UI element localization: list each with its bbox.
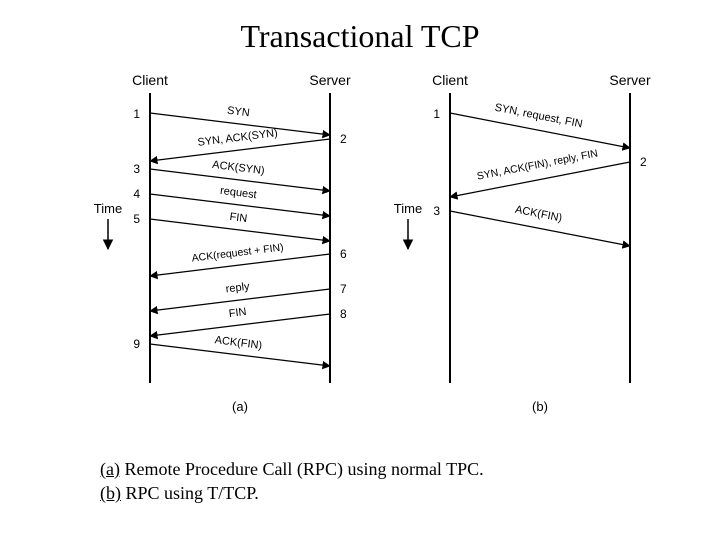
msg-a-8-label: FIN xyxy=(228,306,247,320)
step-a-4: 4 xyxy=(133,187,140,201)
step-a-1: 1 xyxy=(133,107,140,121)
msg-a-5-label: FIN xyxy=(229,211,248,225)
step-b-3: 3 xyxy=(433,204,440,218)
msg-b-3-label: ACK(FIN) xyxy=(514,204,563,225)
step-b-2: 2 xyxy=(640,155,647,169)
caption-b-text: RPC using T/TCP. xyxy=(121,483,259,503)
panel-b: Client Server Time 1 2 3 SYN, request, F… xyxy=(394,72,651,414)
step-a-9: 9 xyxy=(133,337,140,351)
step-a-5: 5 xyxy=(133,212,140,226)
caption-line-b: (b) RPC using T/TCP. xyxy=(100,481,720,505)
sequence-diagrams: Client Server Time 1 3 4 5 9 2 6 7 8 SYN… xyxy=(0,63,720,433)
time-label-b: Time xyxy=(394,201,422,216)
server-label-a: Server xyxy=(309,72,351,88)
msg-a-1-label: SYN xyxy=(226,105,250,120)
client-label-b: Client xyxy=(432,72,468,88)
step-a-2: 2 xyxy=(340,132,347,146)
caption-a-text: Remote Procedure Call (RPC) using normal… xyxy=(120,459,484,479)
step-a-8: 8 xyxy=(340,307,347,321)
step-a-7: 7 xyxy=(340,282,347,296)
sublabel-a: (a) xyxy=(232,399,248,414)
msg-b-1-label: SYN, request, FIN xyxy=(494,102,584,131)
msg-a-3-label: ACK(SYN) xyxy=(212,159,266,177)
msg-b-2-label: SYN, ACK(FIN), reply, FIN xyxy=(476,147,599,182)
page-title: Transactional TCP xyxy=(0,18,720,55)
msg-a-4-label: request xyxy=(219,185,257,201)
server-label-b: Server xyxy=(609,72,651,88)
step-a-6: 6 xyxy=(340,247,347,261)
sublabel-b: (b) xyxy=(532,399,548,414)
time-label-a: Time xyxy=(94,201,122,216)
step-a-3: 3 xyxy=(133,162,140,176)
msg-a-7-label: reply xyxy=(225,281,251,296)
caption-a-prefix: (a) xyxy=(100,459,120,479)
caption-b-prefix: (b) xyxy=(100,483,121,503)
panel-a: Client Server Time 1 3 4 5 9 2 6 7 8 SYN… xyxy=(94,72,351,414)
caption-line-a: (a) Remote Procedure Call (RPC) using no… xyxy=(100,457,720,481)
client-label-a: Client xyxy=(132,72,168,88)
msg-a-9-label: ACK(FIN) xyxy=(214,334,263,352)
step-b-1: 1 xyxy=(433,107,440,121)
msg-a-2-label: SYN, ACK(SYN) xyxy=(197,127,279,149)
caption: (a) Remote Procedure Call (RPC) using no… xyxy=(100,457,720,506)
